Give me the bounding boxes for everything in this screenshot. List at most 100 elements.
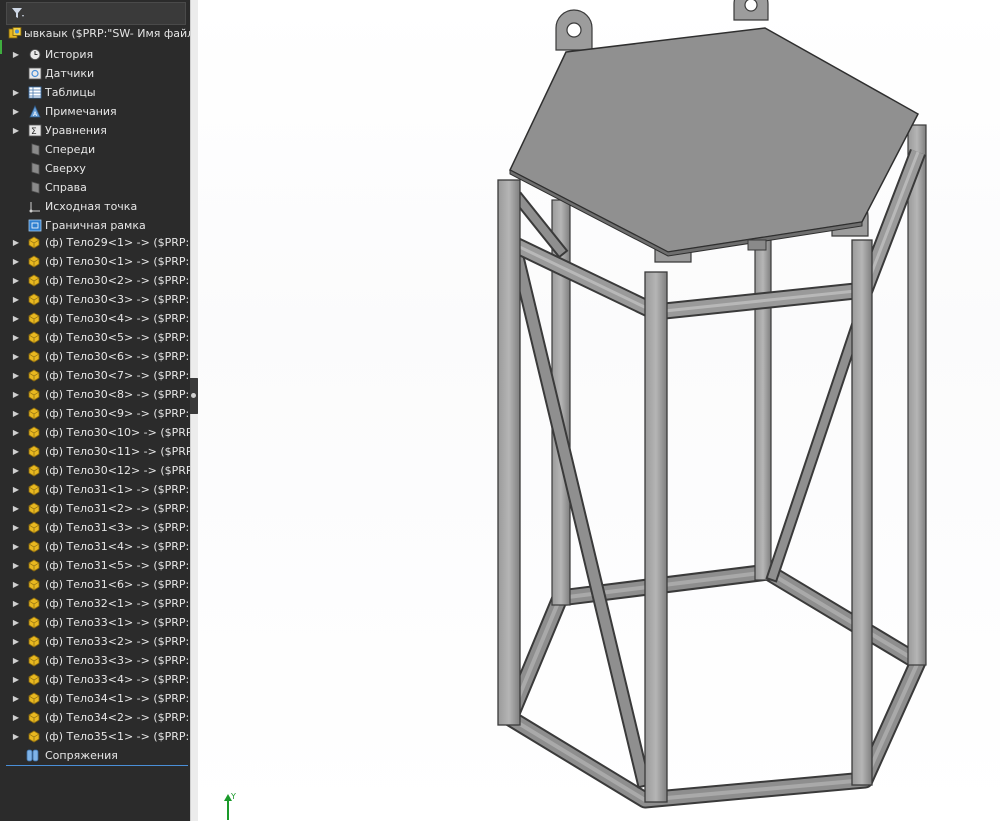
expand-arrow-icon[interactable]: ▶	[12, 689, 20, 708]
top-plate	[509, 27, 919, 257]
tree-item-label: Сверху	[45, 162, 86, 175]
component-label: (ф) Тело31<5> -> ($PRP:"SW	[45, 559, 190, 572]
expand-arrow-icon[interactable]: ▶	[12, 423, 20, 442]
hexagonal-frame-model[interactable]	[198, 0, 1000, 821]
expand-arrow-icon[interactable]: ▶	[12, 309, 20, 328]
tree-item-5[interactable]: Спереди	[0, 140, 190, 159]
tree-component-row[interactable]: ▶ (ф) Тело30<12> -> ($PRP:"SW	[0, 461, 190, 480]
tree-component-row[interactable]: ▶ (ф) Тело30<2> -> ($PRP:"SW	[0, 271, 190, 290]
axis-triad: Y	[224, 792, 236, 820]
tree-component-row[interactable]: ▶ (ф) Тело34<2> -> ($PRP:"SW	[0, 708, 190, 727]
expand-arrow-icon[interactable]: ▶	[12, 366, 20, 385]
part-icon	[28, 540, 40, 553]
part-icon	[28, 350, 40, 363]
tree-item-label: Примечания	[45, 105, 117, 118]
tree-item-label: Исходная точка	[45, 200, 138, 213]
part-icon	[28, 426, 40, 439]
expand-arrow-icon[interactable]: ▶	[12, 537, 20, 556]
tree-component-row[interactable]: ▶ (ф) Тело33<2> -> ($PRP:"SW	[0, 632, 190, 651]
tree-filter-bar[interactable]	[6, 2, 186, 25]
tree-component-row[interactable]: ▶ (ф) Тело33<3> -> ($PRP:"SW	[0, 651, 190, 670]
tree-item-1[interactable]: Датчики	[0, 64, 190, 83]
part-icon	[28, 483, 40, 496]
expand-arrow-icon[interactable]: ▶	[12, 102, 20, 121]
tree-component-row[interactable]: ▶ (ф) Тело33<4> -> ($PRP:"SW	[0, 670, 190, 689]
expand-arrow-icon[interactable]: ▶	[12, 518, 20, 537]
expand-arrow-icon[interactable]: ▶	[12, 45, 20, 64]
expand-arrow-icon[interactable]: ▶	[12, 121, 20, 140]
tree-item-mates[interactable]: Сопряжения	[0, 746, 190, 765]
tree-item-label: Уравнения	[45, 124, 107, 137]
expand-arrow-icon[interactable]: ▶	[12, 670, 20, 689]
tree-root-label: ывкаык ($PRP:"SW- Имя файла(I	[24, 27, 190, 40]
tree-component-row[interactable]: ▶ (ф) Тело30<1> -> ($PRP:"SW	[0, 252, 190, 271]
component-label: (ф) Тело30<6> -> ($PRP:"SW	[45, 350, 190, 363]
tree-component-row[interactable]: ▶ (ф) Тело30<9> -> ($PRP:"SW	[0, 404, 190, 423]
expand-arrow-icon[interactable]: ▶	[12, 708, 20, 727]
expand-arrow-icon[interactable]: ▶	[12, 632, 20, 651]
tree-root[interactable]: ывкаык ($PRP:"SW- Имя файла(I	[0, 24, 190, 43]
assembly-icon	[8, 27, 22, 39]
expand-arrow-icon[interactable]: ▶	[12, 499, 20, 518]
tree-item-6[interactable]: Сверху	[0, 159, 190, 178]
expand-arrow-icon[interactable]: ▶	[12, 727, 20, 746]
expand-arrow-icon[interactable]: ▶	[12, 290, 20, 309]
origin-icon	[29, 202, 40, 213]
tree-component-row[interactable]: ▶ (ф) Тело30<5> -> ($PRP:"SW	[0, 328, 190, 347]
expand-arrow-icon[interactable]: ▶	[12, 252, 20, 271]
part-icon	[28, 521, 40, 534]
expand-arrow-icon[interactable]: ▶	[12, 271, 20, 290]
expand-arrow-icon[interactable]: ▶	[12, 575, 20, 594]
part-icon	[28, 274, 40, 287]
tree-component-row[interactable]: ▶ (ф) Тело30<7> -> ($PRP:"SW	[0, 366, 190, 385]
expand-arrow-icon[interactable]: ▶	[12, 404, 20, 423]
expand-arrow-icon[interactable]: ▶	[12, 594, 20, 613]
tree-bottom-divider	[6, 765, 188, 766]
tree-component-row[interactable]: ▶ (ф) Тело34<1> -> ($PRP:"SW	[0, 689, 190, 708]
expand-arrow-icon[interactable]: ▶	[12, 461, 20, 480]
expand-arrow-icon[interactable]: ▶	[12, 480, 20, 499]
tree-item-2[interactable]: ▶ Таблицы	[0, 83, 190, 102]
part-icon	[28, 597, 40, 610]
tree-component-row[interactable]: ▶ (ф) Тело29<1> -> ($PRP:"SW	[0, 233, 190, 252]
expand-arrow-icon[interactable]: ▶	[12, 651, 20, 670]
tree-component-row[interactable]: ▶ (ф) Тело31<1> -> ($PRP:"SW	[0, 480, 190, 499]
tree-component-row[interactable]: ▶ (ф) Тело31<5> -> ($PRP:"SW	[0, 556, 190, 575]
graphics-viewport[interactable]: Y	[198, 0, 1000, 821]
tree-component-row[interactable]: ▶ (ф) Тело30<3> -> ($PRP:"SW	[0, 290, 190, 309]
tree-component-row[interactable]: ▶ (ф) Тело33<1> -> ($PRP:"SW	[0, 613, 190, 632]
tree-component-row[interactable]: ▶ (ф) Тело31<2> -> ($PRP:"SW	[0, 499, 190, 518]
tree-item-7[interactable]: Справа	[0, 178, 190, 197]
tree-component-row[interactable]: ▶ (ф) Тело32<1> -> ($PRP:"SW	[0, 594, 190, 613]
tree-component-row[interactable]: ▶ (ф) Тело30<11> -> ($PRP:"SW	[0, 442, 190, 461]
tree-component-row[interactable]: ▶ (ф) Тело30<10> -> ($PRP:"SW	[0, 423, 190, 442]
expand-arrow-icon[interactable]: ▶	[12, 556, 20, 575]
center-bracket	[747, 239, 767, 251]
part-icon	[28, 635, 40, 648]
tree-component-row[interactable]: ▶ (ф) Тело30<6> -> ($PRP:"SW	[0, 347, 190, 366]
y-axis-label: Y	[230, 792, 236, 801]
tree-component-row[interactable]: ▶ (ф) Тело31<3> -> ($PRP:"SW	[0, 518, 190, 537]
tree-component-row[interactable]: ▶ (ф) Тело30<4> -> ($PRP:"SW	[0, 309, 190, 328]
tree-component-row[interactable]: ▶ (ф) Тело30<8> -> ($PRP:"SW	[0, 385, 190, 404]
tree-component-row[interactable]: ▶ (ф) Тело31<6> -> ($PRP:"SW	[0, 575, 190, 594]
filter-icon[interactable]	[11, 6, 25, 20]
expand-arrow-icon[interactable]: ▶	[12, 347, 20, 366]
tree-component-row[interactable]: ▶ (ф) Тело31<4> -> ($PRP:"SW	[0, 537, 190, 556]
tree-item-4[interactable]: ▶ Σ Уравнения	[0, 121, 190, 140]
expand-arrow-icon[interactable]: ▶	[12, 83, 20, 102]
component-label: (ф) Тело30<3> -> ($PRP:"SW	[45, 293, 190, 306]
tree-item-3[interactable]: ▶ A Примечания	[0, 102, 190, 121]
tree-component-row[interactable]: ▶ (ф) Тело35<1> -> ($PRP:"SW	[0, 727, 190, 746]
expand-arrow-icon[interactable]: ▶	[12, 385, 20, 404]
expand-arrow-icon[interactable]: ▶	[12, 233, 20, 252]
collapse-dot-icon	[191, 393, 196, 398]
tree-item-0[interactable]: ▶ История	[0, 45, 190, 64]
part-icon	[28, 388, 40, 401]
tree-item-8[interactable]: Исходная точка	[0, 197, 190, 216]
expand-arrow-icon[interactable]: ▶	[12, 613, 20, 632]
expand-arrow-icon[interactable]: ▶	[12, 442, 20, 461]
part-icon	[28, 369, 40, 382]
expand-arrow-icon[interactable]: ▶	[12, 328, 20, 347]
component-label: (ф) Тело30<8> -> ($PRP:"SW	[45, 388, 190, 401]
